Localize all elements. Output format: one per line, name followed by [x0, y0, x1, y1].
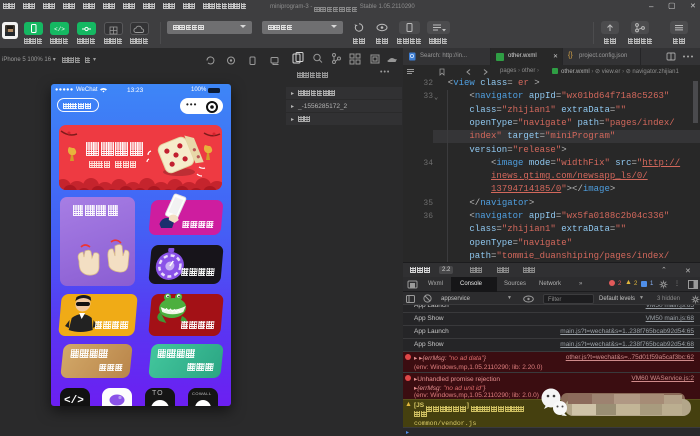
svg-text:</>: </> — [54, 26, 65, 33]
